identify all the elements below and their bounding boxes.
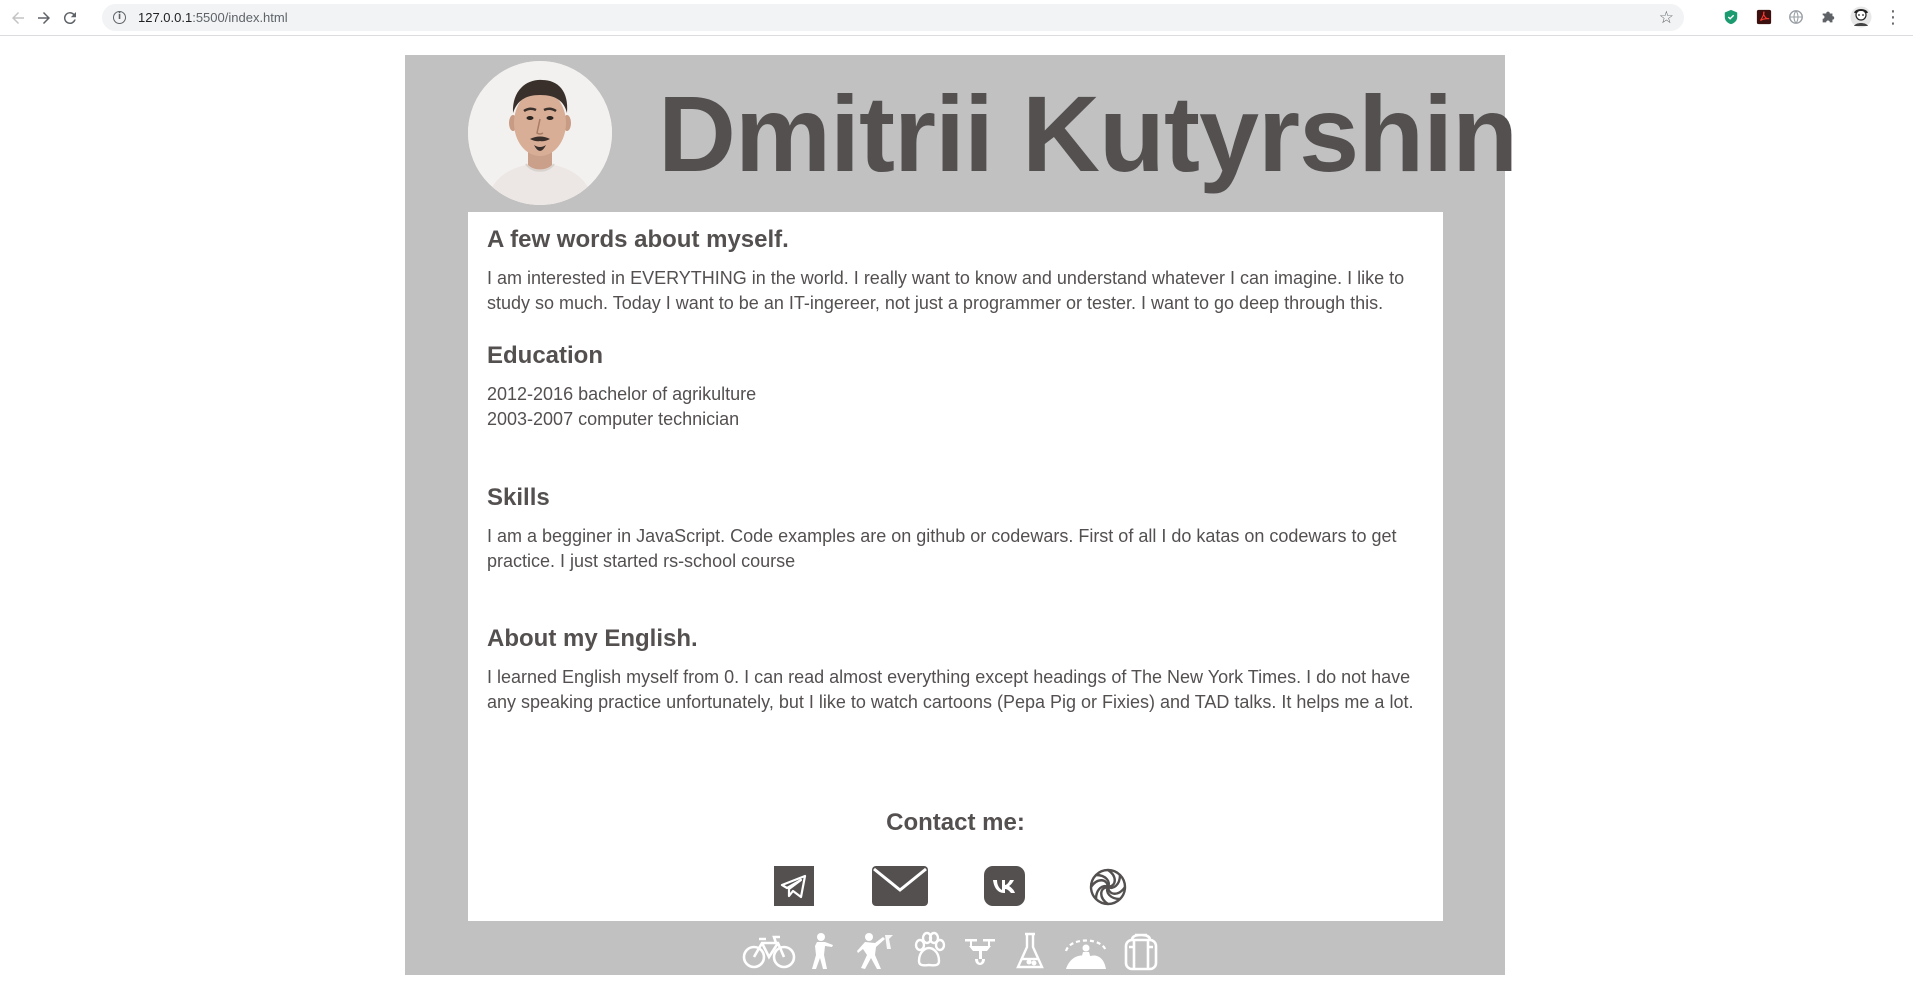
reload-button[interactable] bbox=[58, 6, 82, 30]
contact-heading: Contact me: bbox=[886, 809, 1025, 836]
cv-content-card: A few words about myself. I am intereste… bbox=[468, 212, 1443, 921]
forward-arrow-icon bbox=[38, 12, 50, 24]
about-text: I am interested in EVERYTHING in the wor… bbox=[487, 268, 1405, 313]
cv-wrapper: Dmitrii Kutyrshin A few words about myse… bbox=[405, 55, 1518, 975]
site-info-icon[interactable]: i bbox=[113, 11, 126, 24]
flask-icon bbox=[1015, 931, 1045, 971]
bicycle-icon bbox=[742, 931, 796, 971]
climber-icon bbox=[855, 931, 895, 971]
back-button[interactable] bbox=[6, 6, 30, 30]
browser-toolbar: i 127.0.0.1:5500/index.html ☆ ⋮ bbox=[0, 0, 1913, 36]
education-line-2: 2003-2007 computer technician bbox=[487, 409, 740, 429]
paw-icon bbox=[912, 931, 946, 971]
url-path: :5500/index.html bbox=[192, 10, 288, 25]
drone-icon bbox=[963, 931, 997, 971]
profile-avatar-icon[interactable] bbox=[1850, 6, 1872, 28]
skills-heading: Skills bbox=[487, 484, 550, 511]
education-heading: Education bbox=[487, 342, 604, 369]
page-title: Dmitrii Kutyrshin bbox=[658, 73, 1518, 194]
forward-button[interactable] bbox=[32, 6, 56, 30]
reload-icon bbox=[63, 12, 76, 25]
english-heading: About my English. bbox=[487, 625, 698, 652]
address-bar[interactable]: i 127.0.0.1:5500/index.html ☆ bbox=[102, 4, 1684, 31]
avatar bbox=[468, 61, 612, 205]
codewars-icon[interactable] bbox=[1087, 866, 1129, 908]
telegram-icon[interactable] bbox=[774, 866, 814, 906]
profile-photo bbox=[468, 61, 612, 205]
bookmark-star-icon[interactable]: ☆ bbox=[1659, 8, 1674, 28]
hobbies-bar bbox=[405, 929, 1505, 973]
browser-menu-icon[interactable]: ⋮ bbox=[1884, 7, 1902, 28]
english-text: I learned English myself from 0. I can r… bbox=[487, 667, 1414, 712]
url-host: 127.0.0.1 bbox=[138, 10, 193, 25]
back-arrow-icon bbox=[12, 12, 24, 24]
mail-icon[interactable] bbox=[872, 866, 928, 906]
shooter-icon bbox=[807, 931, 833, 971]
vk-icon[interactable] bbox=[984, 866, 1025, 906]
education-line-1: 2012-2016 bachelor of agrikulture bbox=[487, 384, 757, 404]
about-heading: A few words about myself. bbox=[487, 226, 789, 253]
shield-extension-icon[interactable] bbox=[1722, 8, 1740, 26]
backpack-icon bbox=[1122, 931, 1160, 971]
globe-extension-icon[interactable] bbox=[1787, 8, 1805, 26]
pdf-extension-icon[interactable] bbox=[1755, 8, 1773, 26]
skills-text: I am a begginer in JavaScript. Code exam… bbox=[487, 526, 1397, 571]
url-text[interactable]: 127.0.0.1:5500/index.html bbox=[138, 10, 288, 25]
extensions-puzzle-icon[interactable] bbox=[1819, 8, 1837, 26]
skydiver-icon bbox=[1064, 931, 1108, 971]
